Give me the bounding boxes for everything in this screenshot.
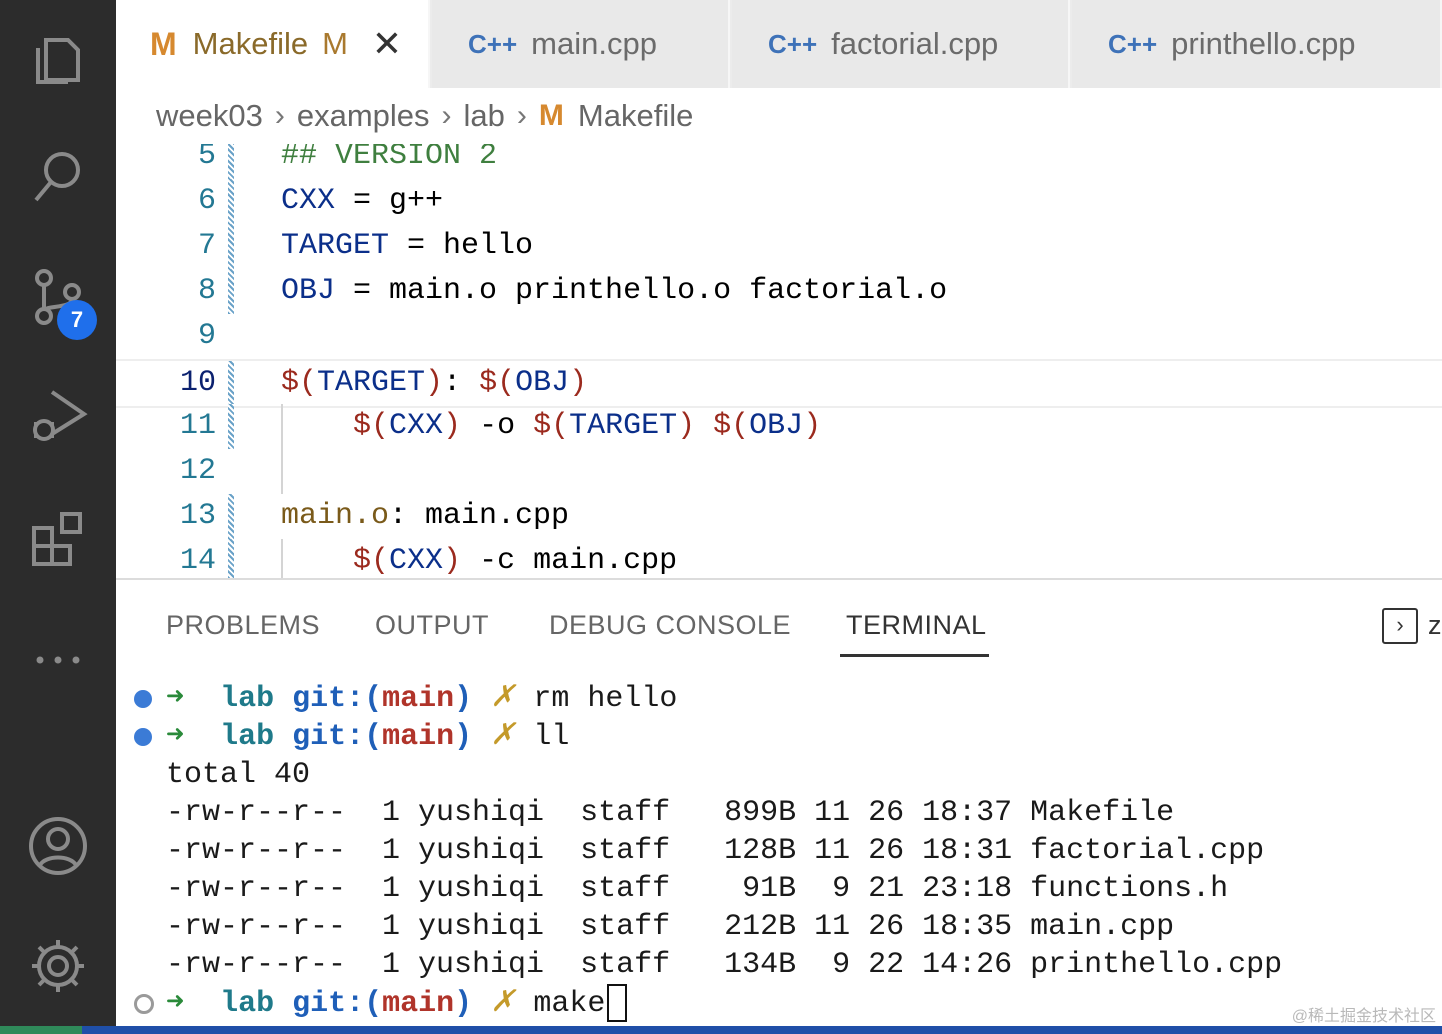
bottom-panel: PROBLEMS OUTPUT DEBUG CONSOLE TERMINAL ›… <box>116 578 1442 1028</box>
git-change-marker[interactable] <box>228 144 234 179</box>
tab-label: Makefile <box>192 26 309 61</box>
tab-label: main.cpp <box>531 26 657 61</box>
cpp-file-icon: C++ <box>768 28 818 59</box>
terminal-file-row: -rw-r--r-- 1 yushiqi staff 899B 11 26 18… <box>166 796 1175 830</box>
tab-factorial-cpp[interactable]: C++ factorial.cpp <box>732 0 1070 88</box>
line-number: 13 <box>179 499 216 533</box>
breadcrumb-item[interactable]: lab <box>464 98 505 134</box>
git-change-marker[interactable] <box>228 269 234 314</box>
breadcrumb: week03 › examples › lab › M Makefile <box>116 88 1442 144</box>
source-control-badge: 7 <box>57 300 97 340</box>
watermark: @稀土掘金技术社区 <box>1291 1008 1436 1025</box>
breadcrumb-item[interactable]: week03 <box>156 98 263 134</box>
code-line[interactable]: 8 OBJ = main.o printhello.o factorial.o <box>116 269 1442 314</box>
panel-truncated-label: z <box>1428 610 1442 640</box>
chevron-right-icon: › <box>274 99 285 132</box>
code-text: ## VERSION 2 <box>281 144 498 173</box>
indent-guide <box>281 449 283 494</box>
line-number: 14 <box>179 544 216 578</box>
code-text: $(CXX) -c main.cpp <box>353 544 678 578</box>
tab-main-cpp[interactable]: C++ main.cpp <box>432 0 730 88</box>
code-line[interactable]: 7 TARGET = hello <box>116 224 1442 269</box>
tab-problems[interactable]: PROBLEMS <box>166 610 320 641</box>
git-change-marker[interactable] <box>228 224 234 269</box>
close-icon[interactable]: ✕ <box>372 23 402 65</box>
line-number: 9 <box>197 319 216 353</box>
line-number: 11 <box>179 409 216 443</box>
chevron-right-icon: › <box>516 99 527 132</box>
code-text: OBJ = main.o printhello.o factorial.o <box>281 274 948 308</box>
terminal-prompt-line: ➜ lab git:(main) ✗ ll <box>166 720 570 754</box>
code-text: $(TARGET): $(OBJ) <box>281 366 588 400</box>
tab-output[interactable]: OUTPUT <box>375 610 489 641</box>
code-text: TARGET = hello <box>281 229 534 263</box>
code-line[interactable]: 5 ## VERSION 2 <box>116 144 1442 179</box>
terminal-file-row: -rw-r--r-- 1 yushiqi staff 134B 9 22 14:… <box>166 948 1283 982</box>
code-text: $(CXX) -o $(TARGET) $(OBJ) <box>353 409 822 443</box>
activity-bar: 7 <box>0 0 116 1026</box>
account-icon[interactable] <box>22 810 94 882</box>
command-status-dot <box>134 728 152 746</box>
modified-badge: M <box>322 26 348 61</box>
line-number: 5 <box>197 144 216 173</box>
code-line[interactable]: 11 $(CXX) -o $(TARGET) $(OBJ) <box>116 404 1442 449</box>
tab-terminal[interactable]: TERMINAL <box>846 610 987 641</box>
terminal-total-line: total 40 <box>166 758 311 792</box>
code-text: main.o: main.cpp <box>281 499 570 533</box>
tab-makefile[interactable]: M Makefile M ✕ <box>116 0 430 88</box>
terminal-prompt-line: ➜ lab git:(main) ✗ rm hello <box>166 682 678 716</box>
terminal-shell-icon[interactable]: › <box>1382 608 1418 644</box>
code-line[interactable]: 13 main.o: main.cpp <box>116 494 1442 539</box>
explorer-icon[interactable] <box>22 22 94 94</box>
terminal-cursor <box>607 984 628 1022</box>
makefile-icon: M <box>538 99 564 132</box>
code-line[interactable]: 6 CXX = g++ <box>116 179 1442 224</box>
line-number: 10 <box>179 366 216 400</box>
remote-indicator[interactable] <box>0 1026 82 1034</box>
git-change-marker[interactable] <box>228 361 234 406</box>
terminal-file-row: -rw-r--r-- 1 yushiqi staff 128B 11 26 18… <box>166 834 1265 868</box>
more-icon[interactable] <box>22 620 94 692</box>
line-number: 7 <box>197 229 216 263</box>
command-status-dot <box>134 690 152 708</box>
chevron-right-icon: › <box>441 99 452 132</box>
extensions-icon[interactable] <box>22 502 94 574</box>
code-line[interactable]: 10 $(TARGET): $(OBJ) <box>116 359 1442 408</box>
status-bar <box>0 1026 1442 1034</box>
breadcrumb-item[interactable]: examples <box>297 98 430 134</box>
makefile-icon: M <box>150 25 177 62</box>
git-change-marker[interactable] <box>228 494 234 539</box>
terminal-file-row: -rw-r--r-- 1 yushiqi staff 212B 11 26 18… <box>166 910 1175 944</box>
tab-printhello-cpp[interactable]: C++ printhello.cpp <box>1072 0 1442 88</box>
settings-gear-icon[interactable] <box>22 930 94 1002</box>
code-text: CXX = g++ <box>281 184 444 218</box>
search-icon[interactable] <box>22 140 94 212</box>
code-line[interactable]: 12 <box>116 449 1442 494</box>
code-line[interactable]: 14 $(CXX) -c main.cpp <box>116 539 1442 578</box>
editor-tab-bar: M Makefile M ✕ C++ main.cpp C++ factoria… <box>116 0 1442 88</box>
line-number: 8 <box>197 274 216 308</box>
code-editor[interactable]: 5 ## VERSION 2 6 CXX = g++ 7 TARGET = hello 8 O… <box>116 144 1442 578</box>
tab-debug-console[interactable]: DEBUG CONSOLE <box>549 610 791 641</box>
terminal-file-row: -rw-r--r-- 1 yushiqi staff 91B 9 21 23:1… <box>166 872 1229 906</box>
cpp-file-icon: C++ <box>1108 28 1158 59</box>
code-line[interactable]: 9 <box>116 314 1442 359</box>
active-tab-indicator <box>840 654 989 657</box>
line-number: 12 <box>179 454 216 488</box>
tab-label: factorial.cpp <box>831 26 999 61</box>
run-debug-icon[interactable] <box>22 380 94 452</box>
breadcrumb-item[interactable]: Makefile <box>578 98 693 134</box>
git-change-marker[interactable] <box>228 404 234 449</box>
git-change-marker[interactable] <box>228 539 234 578</box>
cpp-file-icon: C++ <box>468 28 518 59</box>
terminal-prompt-line: ➜ lab git:(main) ✗ make <box>166 984 628 1022</box>
tab-label: printhello.cpp <box>1171 26 1356 61</box>
command-pending-dot <box>134 994 154 1014</box>
line-number: 6 <box>197 184 216 218</box>
git-change-marker[interactable] <box>228 179 234 224</box>
